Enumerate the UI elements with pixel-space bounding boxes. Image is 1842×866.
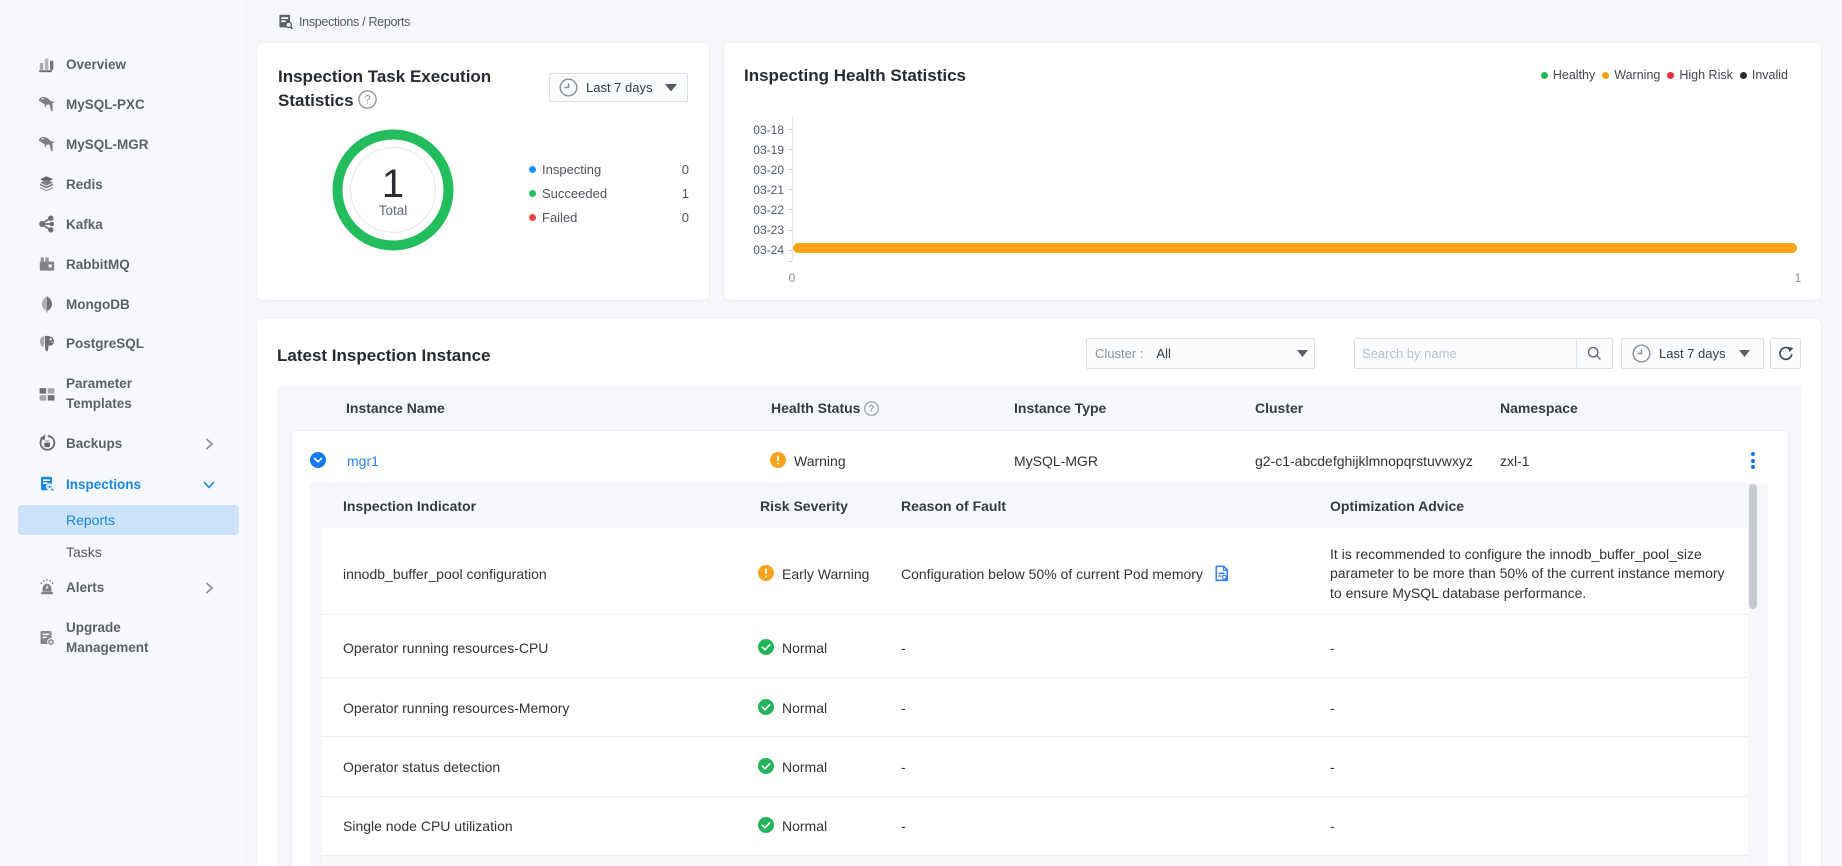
svg-text:?: ?: [869, 404, 875, 415]
svg-text:?: ?: [365, 95, 371, 107]
